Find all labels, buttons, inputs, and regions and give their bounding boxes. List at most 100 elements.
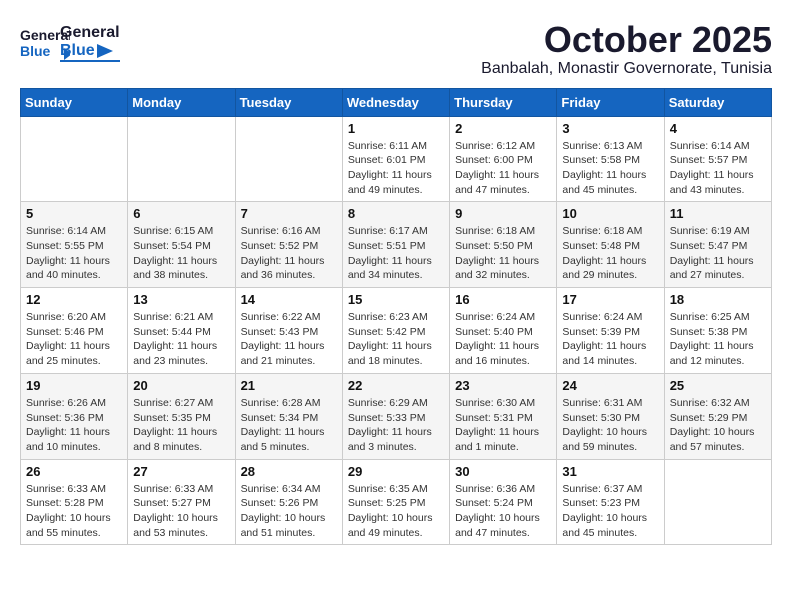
day-info: Sunrise: 6:14 AM Sunset: 5:55 PM Dayligh… [26, 224, 122, 283]
day-info: Sunrise: 6:11 AM Sunset: 6:01 PM Dayligh… [348, 139, 444, 198]
logo: General Blue General Blue [20, 20, 120, 65]
day-number: 22 [348, 378, 444, 393]
day-info: Sunrise: 6:26 AM Sunset: 5:36 PM Dayligh… [26, 396, 122, 455]
day-cell: 11 Sunrise: 6:19 AM Sunset: 5:47 PM Dayli… [664, 202, 771, 288]
header-day-monday: Monday [128, 88, 235, 116]
day-info: Sunrise: 6:23 AM Sunset: 5:42 PM Dayligh… [348, 310, 444, 369]
day-info: Sunrise: 6:34 AM Sunset: 5:26 PM Dayligh… [241, 482, 337, 541]
logo-underline [60, 60, 120, 62]
header-day-friday: Friday [557, 88, 664, 116]
day-cell: 16Sunrise: 6:24 AM Sunset: 5:40 PM Dayli… [450, 288, 557, 374]
day-info: Sunrise: 6:33 AM Sunset: 5:28 PM Dayligh… [26, 482, 122, 541]
day-number: 14 [241, 292, 337, 307]
header-day-thursday: Thursday [450, 88, 557, 116]
day-cell: 7 Sunrise: 6:16 AM Sunset: 5:52 PM Daylig… [235, 202, 342, 288]
day-cell: 13 Sunrise: 6:21 AM Sunset: 5:44 PM Dayli… [128, 288, 235, 374]
day-number: 3 [562, 121, 658, 136]
svg-text:Blue: Blue [20, 43, 51, 59]
day-number: 12 [26, 292, 122, 307]
day-cell: 28Sunrise: 6:34 AM Sunset: 5:26 PM Dayli… [235, 459, 342, 545]
day-info: Sunrise: 6:33 AM Sunset: 5:27 PM Dayligh… [133, 482, 229, 541]
day-cell [21, 116, 128, 202]
day-number: 25 [670, 378, 766, 393]
day-number: 8 [348, 206, 444, 221]
day-cell: 3 Sunrise: 6:13 AM Sunset: 5:58 PM Daylig… [557, 116, 664, 202]
day-info: Sunrise: 6:32 AM Sunset: 5:29 PM Dayligh… [670, 396, 766, 455]
day-number: 11 [670, 206, 766, 221]
day-info: Sunrise: 6:24 AM Sunset: 5:39 PM Dayligh… [562, 310, 658, 369]
day-info: Sunrise: 6:17 AM Sunset: 5:51 PM Dayligh… [348, 224, 444, 283]
day-info: Sunrise: 6:18 AM Sunset: 5:48 PM Dayligh… [562, 224, 658, 283]
day-cell: 25 Sunrise: 6:32 AM Sunset: 5:29 PM Dayli… [664, 373, 771, 459]
header-day-tuesday: Tuesday [235, 88, 342, 116]
header-row: SundayMondayTuesdayWednesdayThursdayFrid… [21, 88, 772, 116]
day-cell: 8 Sunrise: 6:17 AM Sunset: 5:51 PM Daylig… [342, 202, 449, 288]
day-number: 7 [241, 206, 337, 221]
day-cell: 6 Sunrise: 6:15 AM Sunset: 5:54 PM Daylig… [128, 202, 235, 288]
header-day-wednesday: Wednesday [342, 88, 449, 116]
day-info: Sunrise: 6:37 AM Sunset: 5:23 PM Dayligh… [562, 482, 658, 541]
header-day-saturday: Saturday [664, 88, 771, 116]
day-info: Sunrise: 6:27 AM Sunset: 5:35 PM Dayligh… [133, 396, 229, 455]
day-number: 18 [670, 292, 766, 307]
day-number: 30 [455, 464, 551, 479]
day-number: 1 [348, 121, 444, 136]
header-day-sunday: Sunday [21, 88, 128, 116]
day-number: 10 [562, 206, 658, 221]
day-info: Sunrise: 6:25 AM Sunset: 5:38 PM Dayligh… [670, 310, 766, 369]
day-cell: 31 Sunrise: 6:37 AM Sunset: 5:23 PM Dayli… [557, 459, 664, 545]
week-row-5: 26Sunrise: 6:33 AM Sunset: 5:28 PM Dayli… [21, 459, 772, 545]
day-number: 24 [562, 378, 658, 393]
day-number: 9 [455, 206, 551, 221]
day-cell: 20 Sunrise: 6:27 AM Sunset: 5:35 PM Dayli… [128, 373, 235, 459]
week-row-3: 12Sunrise: 6:20 AM Sunset: 5:46 PM Dayli… [21, 288, 772, 374]
day-info: Sunrise: 6:14 AM Sunset: 5:57 PM Dayligh… [670, 139, 766, 198]
day-info: Sunrise: 6:19 AM Sunset: 5:47 PM Dayligh… [670, 224, 766, 283]
day-cell: 14 Sunrise: 6:22 AM Sunset: 5:43 PM Dayli… [235, 288, 342, 374]
day-cell: 29Sunrise: 6:35 AM Sunset: 5:25 PM Dayli… [342, 459, 449, 545]
day-number: 20 [133, 378, 229, 393]
day-number: 2 [455, 121, 551, 136]
calendar-table: SundayMondayTuesdayWednesdayThursdayFrid… [20, 88, 772, 546]
day-info: Sunrise: 6:29 AM Sunset: 5:33 PM Dayligh… [348, 396, 444, 455]
day-cell: 9Sunrise: 6:18 AM Sunset: 5:50 PM Daylig… [450, 202, 557, 288]
week-row-1: 1 Sunrise: 6:11 AM Sunset: 6:01 PM Daylig… [21, 116, 772, 202]
day-info: Sunrise: 6:24 AM Sunset: 5:40 PM Dayligh… [455, 310, 551, 369]
day-cell: 1 Sunrise: 6:11 AM Sunset: 6:01 PM Daylig… [342, 116, 449, 202]
day-cell: 18 Sunrise: 6:25 AM Sunset: 5:38 PM Dayli… [664, 288, 771, 374]
day-number: 21 [241, 378, 337, 393]
calendar-header: SundayMondayTuesdayWednesdayThursdayFrid… [21, 88, 772, 116]
day-cell [128, 116, 235, 202]
logo-general-text: General [60, 24, 120, 42]
day-info: Sunrise: 6:13 AM Sunset: 5:58 PM Dayligh… [562, 139, 658, 198]
day-number: 27 [133, 464, 229, 479]
day-info: Sunrise: 6:30 AM Sunset: 5:31 PM Dayligh… [455, 396, 551, 455]
day-info: Sunrise: 6:21 AM Sunset: 5:44 PM Dayligh… [133, 310, 229, 369]
day-cell: 4 Sunrise: 6:14 AM Sunset: 5:57 PM Daylig… [664, 116, 771, 202]
day-info: Sunrise: 6:31 AM Sunset: 5:30 PM Dayligh… [562, 396, 658, 455]
day-cell: 19Sunrise: 6:26 AM Sunset: 5:36 PM Dayli… [21, 373, 128, 459]
day-cell: 27 Sunrise: 6:33 AM Sunset: 5:27 PM Dayli… [128, 459, 235, 545]
day-cell: 24 Sunrise: 6:31 AM Sunset: 5:30 PM Dayli… [557, 373, 664, 459]
logo-arrow-icon [97, 44, 113, 58]
day-number: 5 [26, 206, 122, 221]
day-cell: 22 Sunrise: 6:29 AM Sunset: 5:33 PM Dayli… [342, 373, 449, 459]
week-row-4: 19Sunrise: 6:26 AM Sunset: 5:36 PM Dayli… [21, 373, 772, 459]
day-cell: 10 Sunrise: 6:18 AM Sunset: 5:48 PM Dayli… [557, 202, 664, 288]
day-cell [235, 116, 342, 202]
day-number: 17 [562, 292, 658, 307]
day-info: Sunrise: 6:12 AM Sunset: 6:00 PM Dayligh… [455, 139, 551, 198]
day-number: 23 [455, 378, 551, 393]
day-number: 13 [133, 292, 229, 307]
day-info: Sunrise: 6:16 AM Sunset: 5:52 PM Dayligh… [241, 224, 337, 283]
logo-blue-text: Blue [60, 42, 95, 60]
day-cell: 23 Sunrise: 6:30 AM Sunset: 5:31 PM Dayli… [450, 373, 557, 459]
page-header: General Blue General Blue October 2025 B… [20, 20, 772, 78]
day-number: 4 [670, 121, 766, 136]
title-block: October 2025 Banbalah, Monastir Governor… [481, 20, 772, 78]
day-number: 31 [562, 464, 658, 479]
calendar-title: October 2025 [481, 20, 772, 60]
day-info: Sunrise: 6:15 AM Sunset: 5:54 PM Dayligh… [133, 224, 229, 283]
day-info: Sunrise: 6:22 AM Sunset: 5:43 PM Dayligh… [241, 310, 337, 369]
day-number: 6 [133, 206, 229, 221]
